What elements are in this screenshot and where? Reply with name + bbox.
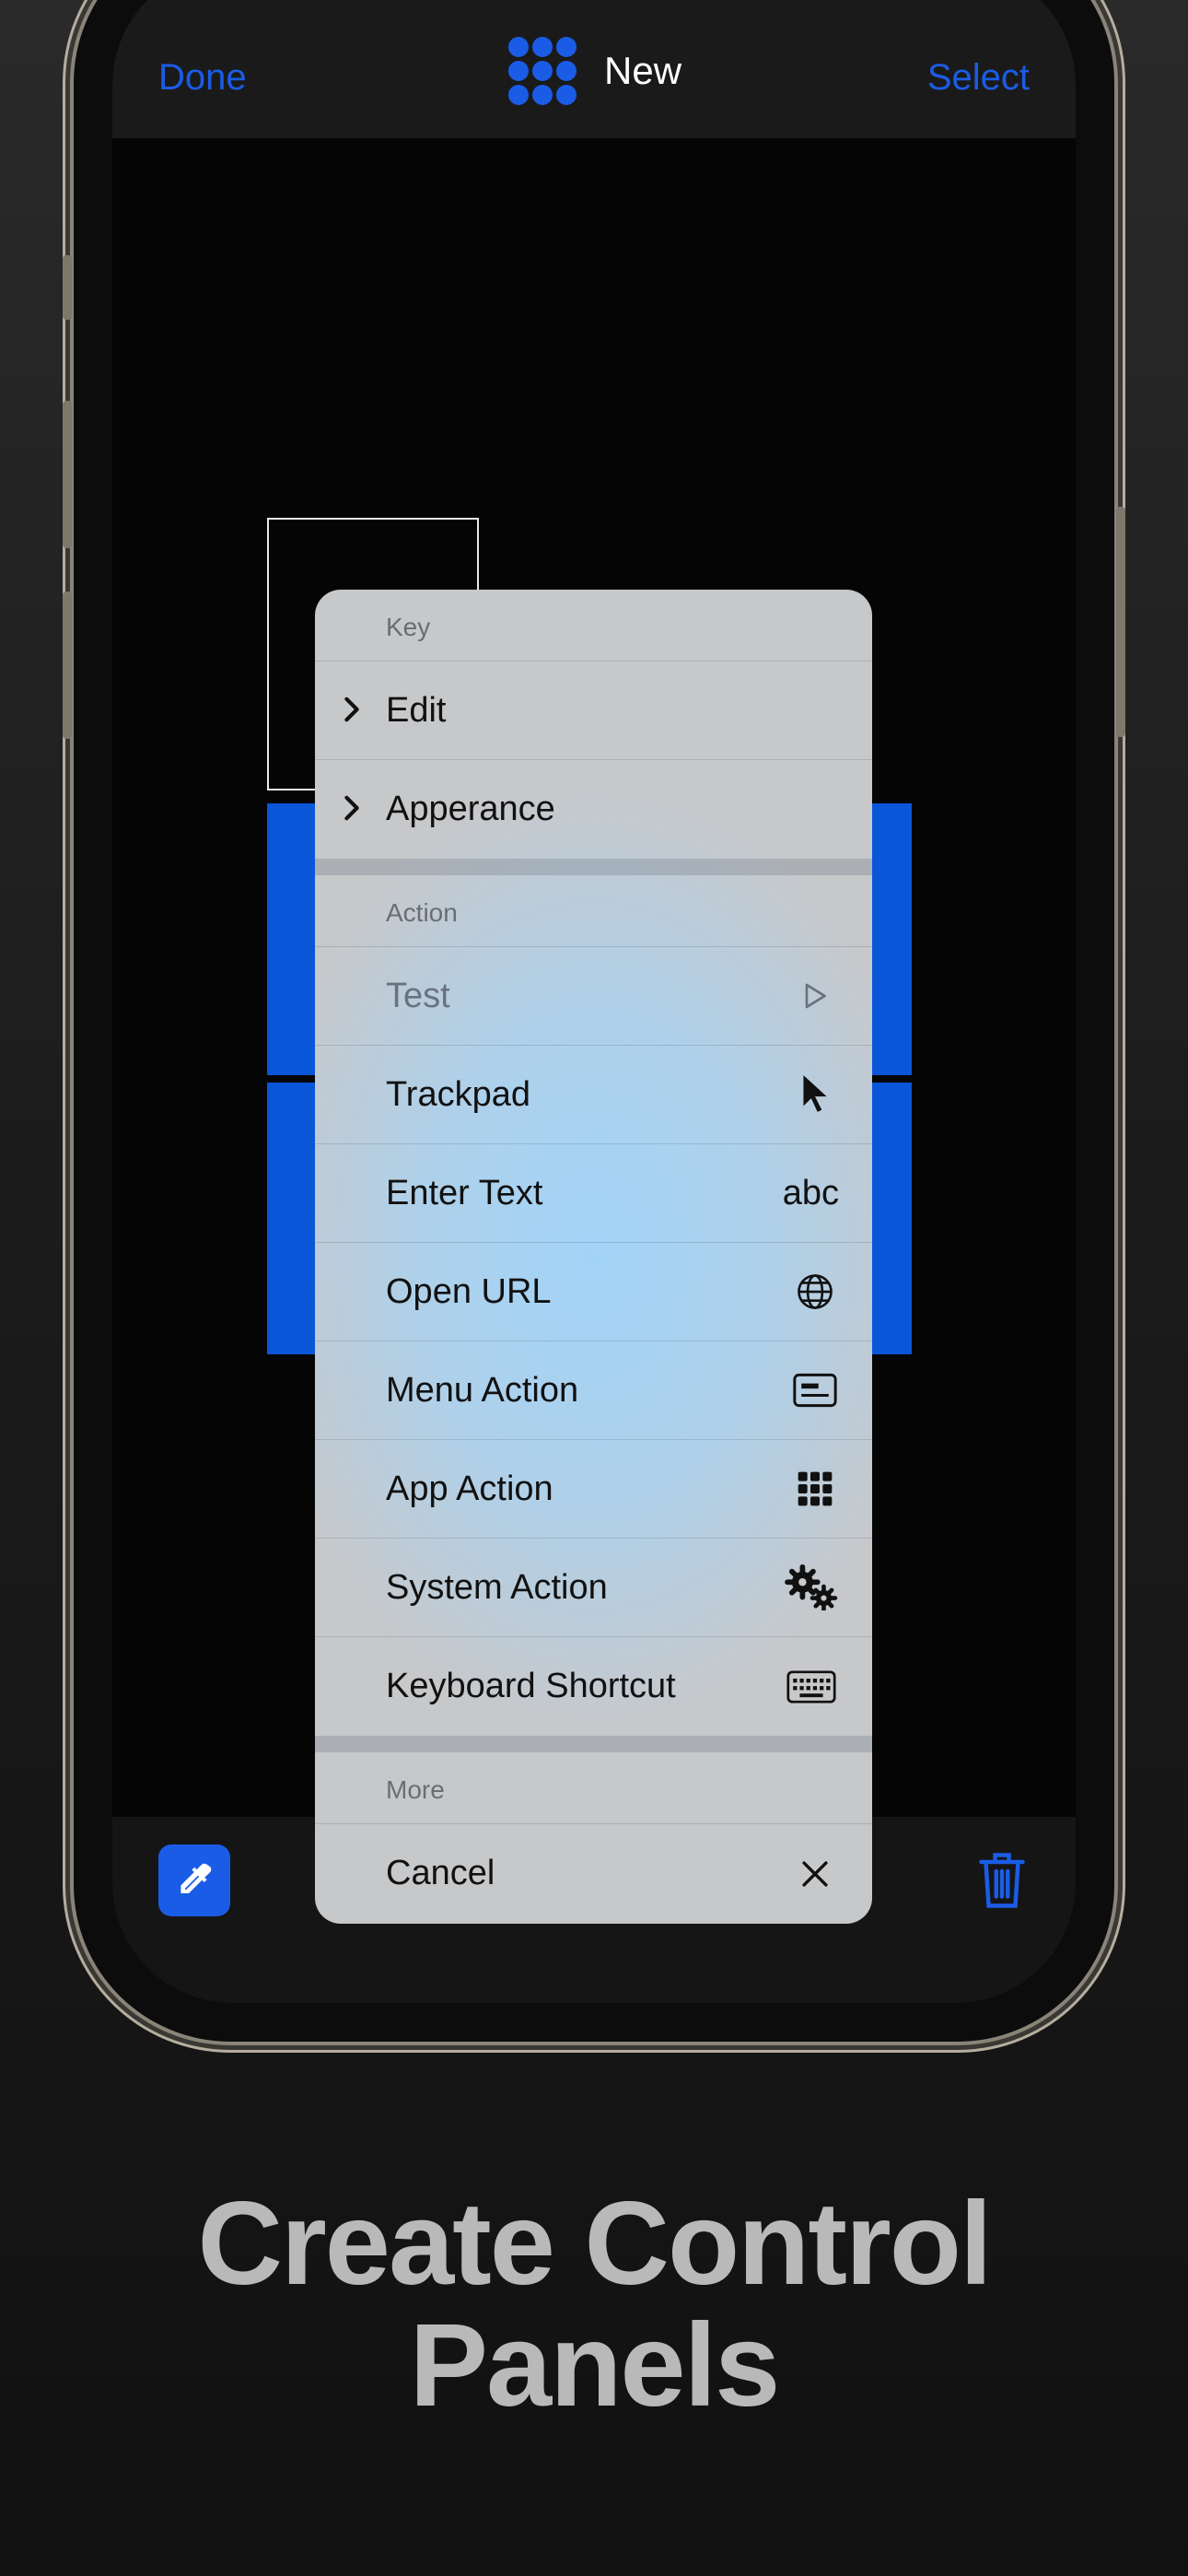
menu-section-header-more: More (315, 1752, 872, 1824)
menu-section-header-action: Action (315, 875, 872, 947)
chevron-right-icon (344, 697, 359, 722)
menu-item-label: Test (386, 976, 450, 1015)
keyboard-icon (784, 1663, 839, 1711)
abc-text-icon: abc (782, 1173, 839, 1212)
phone-volume-up (63, 401, 72, 548)
menu-item-label: Keyboard Shortcut (386, 1667, 676, 1705)
navigation-bar: Done New Select (112, 0, 1076, 138)
phone-side-button (63, 255, 72, 320)
globe-icon (791, 1268, 839, 1316)
menu-item-label: Edit (386, 690, 447, 730)
gears-icon (784, 1563, 839, 1611)
menu-item-label: Open URL (386, 1271, 552, 1311)
caption-line-1: Create Control (197, 2178, 993, 2310)
cursor-icon (791, 1071, 839, 1118)
menu-section-separator (315, 859, 872, 875)
menu-item-label: Enter Text (386, 1173, 543, 1212)
done-button[interactable]: Done (158, 57, 247, 99)
menu-item-menu-action[interactable]: Menu Action (315, 1341, 872, 1440)
eyedropper-button[interactable] (158, 1844, 230, 1916)
menu-item-appearance[interactable]: Apperance (315, 760, 872, 859)
trash-icon (979, 1853, 1025, 1908)
delete-button[interactable] (974, 1848, 1030, 1913)
grid-icon (791, 1465, 839, 1513)
menu-section-header-key: Key (315, 590, 872, 662)
menu-item-label: Cancel (386, 1854, 495, 1892)
select-button[interactable]: Select (927, 57, 1030, 99)
page-title: New (604, 49, 682, 92)
phone-volume-down (63, 591, 72, 739)
menu-item-label: Menu Action (386, 1370, 579, 1410)
menu-item-label: App Action (386, 1469, 553, 1508)
menu-item-label: System Action (386, 1567, 608, 1607)
phone-power-button (1116, 507, 1125, 737)
menu-item-edit[interactable]: Edit (315, 662, 872, 760)
menu-item-enter-text[interactable]: Enter Text abc (315, 1144, 872, 1243)
menu-item-label: Trackpad (386, 1074, 530, 1114)
menu-item-trackpad[interactable]: Trackpad (315, 1046, 872, 1144)
menu-item-app-action[interactable]: App Action (315, 1440, 872, 1539)
eyedropper-icon (181, 1863, 212, 1893)
context-menu: Key Edit Apperance Action Test Trackpad … (315, 590, 872, 1924)
menu-item-label: Apperance (386, 790, 555, 828)
menu-item-system-action[interactable]: System Action (315, 1539, 872, 1637)
menu-item-cancel[interactable]: Cancel (315, 1824, 872, 1923)
menu-item-keyboard-shortcut[interactable]: Keyboard Shortcut (315, 1637, 872, 1736)
promo-caption: Create Control Panels (0, 2184, 1188, 2427)
menu-section-separator (315, 1736, 872, 1752)
close-icon (791, 1850, 839, 1898)
menu-item-open-url[interactable]: Open URL (315, 1243, 872, 1341)
menu-item-test[interactable]: Test (315, 947, 872, 1046)
menu-icon (791, 1366, 839, 1414)
app-grid-icon (508, 37, 577, 105)
nav-title-group: New (508, 37, 681, 105)
caption-line-2: Panels (409, 2300, 781, 2431)
chevron-right-icon (344, 795, 359, 821)
play-icon (791, 972, 839, 1020)
